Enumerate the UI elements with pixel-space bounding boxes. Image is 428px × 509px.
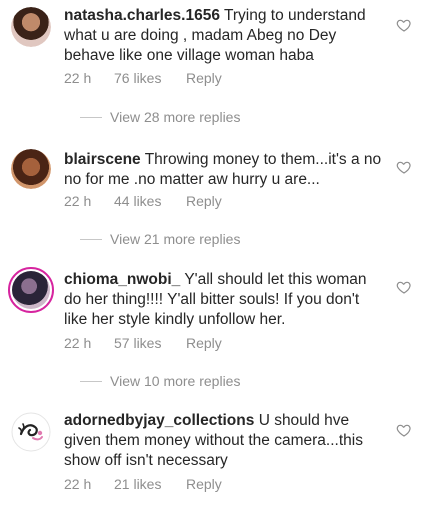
comment-username[interactable]: adornedbyjay_collections xyxy=(64,412,254,429)
comment-likes[interactable]: 21 likes xyxy=(114,476,186,492)
like-heart-icon[interactable] xyxy=(396,422,412,438)
comment-body: chioma_nwobi_ Y'all should let this woma… xyxy=(64,270,386,330)
comment-time: 22 h xyxy=(64,193,92,209)
view-replies-label: View 21 more replies xyxy=(110,231,241,247)
reply-button[interactable]: Reply xyxy=(186,335,222,351)
comment-body: natasha.charles.1656 Trying to understan… xyxy=(64,6,386,66)
comment-body: adornedbyjay_collections U should hve gi… xyxy=(64,411,386,471)
reply-button[interactable]: Reply xyxy=(186,70,222,86)
avatar[interactable] xyxy=(11,149,51,189)
comment-username[interactable]: natasha.charles.1656 xyxy=(64,7,220,24)
like-heart-icon[interactable] xyxy=(396,159,412,175)
comment-time: 22 h xyxy=(64,476,92,492)
like-heart-icon[interactable] xyxy=(396,17,412,33)
comment-meta: 22 h 57 likes Reply xyxy=(64,335,222,351)
avatar[interactable] xyxy=(11,7,51,47)
view-replies-button[interactable]: View 28 more replies xyxy=(80,109,240,125)
view-replies-button[interactable]: View 10 more replies xyxy=(80,373,240,389)
avatar[interactable] xyxy=(11,412,51,452)
view-replies-label: View 28 more replies xyxy=(110,109,241,125)
divider-line xyxy=(80,238,102,240)
comment-meta: 22 h 21 likes Reply xyxy=(64,476,222,492)
view-replies-button[interactable]: View 21 more replies xyxy=(80,231,240,247)
like-heart-icon[interactable] xyxy=(396,279,412,295)
comment-username[interactable]: blairscene xyxy=(64,151,141,168)
comment-likes[interactable]: 57 likes xyxy=(114,335,186,351)
comment-time: 22 h xyxy=(64,70,92,86)
comment-likes[interactable]: 44 likes xyxy=(114,193,186,209)
comment-likes[interactable]: 76 likes xyxy=(114,70,186,86)
avatar[interactable] xyxy=(8,267,54,313)
brand-logo-icon xyxy=(11,412,51,452)
reply-button[interactable]: Reply xyxy=(186,193,222,209)
reply-button[interactable]: Reply xyxy=(186,476,222,492)
comment-username[interactable]: chioma_nwobi_ xyxy=(64,271,180,288)
comment-time: 22 h xyxy=(64,335,92,351)
divider-line xyxy=(80,116,102,118)
comment-body: blairscene Throwing money to them...it's… xyxy=(64,150,386,190)
view-replies-label: View 10 more replies xyxy=(110,373,241,389)
comment-meta: 22 h 76 likes Reply xyxy=(64,70,222,86)
comment-meta: 22 h 44 likes Reply xyxy=(64,193,222,209)
divider-line xyxy=(80,380,102,382)
